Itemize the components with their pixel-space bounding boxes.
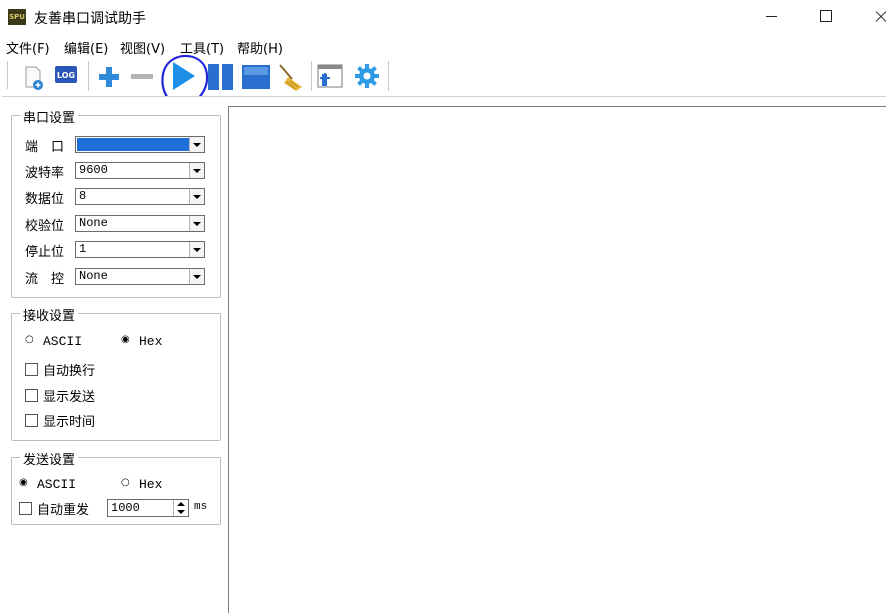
- send-ascii-radio[interactable]: ◉: [19, 477, 28, 488]
- clear-button[interactable]: [274, 57, 308, 93]
- stop-bits-select[interactable]: 1: [75, 241, 205, 258]
- maximize-button[interactable]: [802, 0, 848, 34]
- new-file-icon: [25, 66, 43, 90]
- receive-ascii-radio[interactable]: ○: [25, 334, 34, 345]
- chevron-down-icon: [189, 137, 204, 152]
- parity-select[interactable]: None: [75, 215, 205, 232]
- group-title: 串口设置: [20, 107, 79, 126]
- port-label: 端 口: [25, 140, 65, 155]
- radio-unselected-icon: ○: [25, 334, 34, 345]
- send-ascii-label[interactable]: ASCII: [37, 477, 76, 492]
- baud-rate-value: 9600: [79, 163, 108, 177]
- spinner-arrows-icon[interactable]: [173, 500, 188, 516]
- menu-edit[interactable]: 编辑(E): [64, 38, 108, 57]
- new-file-button[interactable]: [16, 57, 50, 93]
- toolbar-divider: [225, 96, 886, 97]
- resend-interval-input[interactable]: 1000: [107, 499, 189, 517]
- radio-selected-icon: ◉: [121, 334, 130, 345]
- left-panel: 串口设置 端 口 波特率 9600 数据位 8 校验位 None 停止位 1 流…: [2, 96, 225, 614]
- data-bits-label: 数据位: [25, 192, 65, 207]
- new-window-icon: [317, 64, 343, 88]
- serial-settings-group: 串口设置 端 口 波特率 9600 数据位 8 校验位 None 停止位 1 流…: [11, 107, 221, 298]
- group-title: 发送设置: [20, 449, 79, 468]
- log-icon: LOG: [55, 66, 77, 83]
- parity-value: None: [79, 216, 108, 230]
- port-selection-highlight: [77, 138, 189, 151]
- auto-resend-checkbox[interactable]: [19, 502, 32, 515]
- minus-icon: [131, 74, 153, 79]
- toolbar-grip: [7, 61, 12, 89]
- receive-hex-radio[interactable]: ◉: [121, 334, 130, 345]
- menu-file[interactable]: 文件(F): [6, 38, 50, 57]
- show-time-checkbox[interactable]: [25, 414, 38, 427]
- close-button[interactable]: [852, 0, 886, 34]
- stop-bits-label: 停止位: [25, 245, 65, 260]
- chevron-down-icon: [189, 216, 204, 231]
- remove-button[interactable]: [125, 57, 159, 93]
- broom-icon: [279, 64, 302, 91]
- title-bar: SPU 友善串口调试助手: [0, 0, 886, 34]
- resend-interval-value: 1000: [111, 501, 140, 515]
- chevron-down-icon: [189, 269, 204, 284]
- send-settings-group: 发送设置 ◉ ASCII ○ Hex 自动重发 1000 ms: [11, 449, 221, 525]
- stop-icon: [242, 65, 270, 89]
- settings-button[interactable]: [350, 57, 384, 93]
- baud-rate-select[interactable]: 9600: [75, 162, 205, 179]
- app-icon: SPU: [8, 9, 26, 25]
- svg-text:LOG: LOG: [57, 71, 75, 80]
- toolbar-separator: [388, 61, 389, 91]
- chevron-down-icon: [189, 163, 204, 178]
- interval-unit-label: ms: [194, 501, 208, 513]
- data-bits-value: 8: [79, 189, 87, 203]
- stop-button[interactable]: [239, 57, 273, 93]
- group-title: 接收设置: [20, 305, 79, 324]
- plus-icon: [99, 67, 119, 87]
- menu-bar: 文件(F) 编辑(E) 视图(V) 工具(T) 帮助(H): [0, 35, 886, 57]
- radio-unselected-icon: ○: [121, 477, 130, 488]
- auto-wrap-label[interactable]: 自动换行: [43, 360, 95, 379]
- baud-rate-label: 波特率: [25, 166, 65, 181]
- parity-label: 校验位: [25, 219, 65, 234]
- radio-selected-icon: ◉: [19, 477, 28, 488]
- auto-wrap-checkbox[interactable]: [25, 363, 38, 376]
- receive-hex-label[interactable]: Hex: [139, 334, 162, 349]
- receive-settings-group: 接收设置 ○ ASCII ◉ Hex 自动换行 显示发送 显示时间: [11, 305, 221, 441]
- toolbar: LOG: [0, 57, 886, 95]
- send-hex-label[interactable]: Hex: [139, 477, 162, 492]
- flow-control-select[interactable]: None: [75, 268, 205, 285]
- flow-control-value: None: [79, 269, 108, 283]
- log-button[interactable]: LOG: [49, 57, 83, 93]
- auto-resend-label[interactable]: 自动重发: [37, 499, 89, 518]
- chevron-down-icon: [189, 242, 204, 257]
- gear-icon: [355, 64, 379, 88]
- receive-text-area[interactable]: [228, 106, 886, 613]
- flow-control-label: 流 控: [25, 272, 65, 287]
- show-send-checkbox[interactable]: [25, 389, 38, 402]
- toolbar-separator: [88, 61, 89, 91]
- window-title: 友善串口调试助手: [34, 11, 146, 27]
- menu-help[interactable]: 帮助(H): [237, 38, 283, 57]
- add-button[interactable]: [92, 57, 126, 93]
- port-select[interactable]: [75, 136, 205, 153]
- minimize-button[interactable]: [748, 0, 794, 34]
- toolbar-separator: [311, 61, 312, 91]
- show-time-label[interactable]: 显示时间: [43, 411, 95, 430]
- stop-bits-value: 1: [79, 242, 87, 256]
- show-send-label[interactable]: 显示发送: [43, 386, 95, 405]
- receive-ascii-label[interactable]: ASCII: [43, 334, 82, 349]
- chevron-down-icon: [189, 189, 204, 204]
- send-hex-radio[interactable]: ○: [121, 477, 130, 488]
- new-window-button[interactable]: [314, 57, 348, 93]
- data-bits-select[interactable]: 8: [75, 188, 205, 205]
